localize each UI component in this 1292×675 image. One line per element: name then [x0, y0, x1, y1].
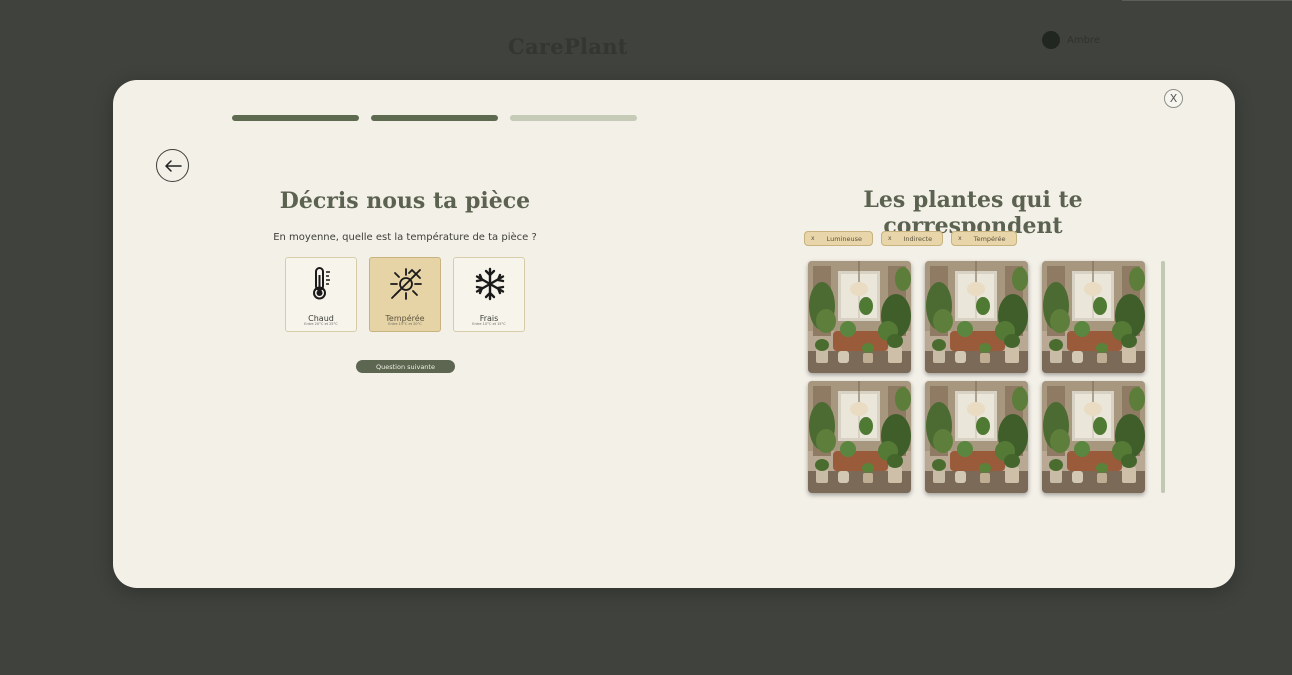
option-sublabel: Entre 15°C et 20°C: [388, 322, 422, 326]
plant-card[interactable]: [1042, 381, 1145, 493]
option-sublabel: Entre 10°C et 15°C: [472, 322, 506, 326]
remove-filter-icon[interactable]: x: [888, 235, 892, 242]
plant-image: [808, 381, 911, 493]
plant-card[interactable]: [808, 261, 911, 373]
plant-image: [1042, 381, 1145, 493]
page-title: Décris nous ta pièce: [279, 188, 531, 214]
plant-card[interactable]: [1042, 261, 1145, 373]
filter-chip-label: Indirecte: [903, 234, 933, 243]
user-name: Ambre: [1067, 34, 1100, 46]
progress-bar: [232, 115, 637, 121]
filter-chip-label: Lumineuse: [826, 234, 862, 243]
option-sublabel: Entre 20°C et 25°C: [304, 322, 338, 326]
back-button[interactable]: [156, 149, 189, 182]
progress-step-2: [371, 115, 498, 121]
plant-image: [925, 381, 1028, 493]
plant-card[interactable]: [808, 381, 911, 493]
background-top-line: [1122, 0, 1292, 1]
scrollbar-thumb[interactable]: [1161, 261, 1165, 493]
filter-chip[interactable]: x Tempérée: [951, 231, 1017, 246]
plant-card[interactable]: [925, 381, 1028, 493]
option-frais[interactable]: Frais Entre 10°C et 15°C: [453, 257, 525, 332]
question-text: En moyenne, quelle est la température de…: [273, 232, 537, 243]
option-temperee[interactable]: Tempérée Entre 15°C et 20°C: [369, 257, 441, 332]
user-menu: Ambre: [1042, 31, 1100, 49]
progress-step-3: [510, 115, 637, 121]
plant-card[interactable]: [925, 261, 1028, 373]
plant-image: [1042, 261, 1145, 373]
temperate-icon: [390, 268, 422, 300]
thermometer-icon: [313, 267, 330, 300]
plant-grid: [808, 261, 1145, 493]
arrow-left-icon: [164, 159, 182, 172]
progress-step-1: [232, 115, 359, 121]
questionnaire-modal: X Décris nous ta pièce En moyenne, quell…: [113, 80, 1235, 588]
next-question-button[interactable]: Question suivante: [356, 360, 455, 373]
filter-chip-label: Tempérée: [973, 234, 1006, 243]
remove-filter-icon[interactable]: x: [958, 235, 962, 242]
option-chaud[interactable]: Chaud Entre 20°C et 25°C: [285, 257, 357, 332]
snowflake-icon: [475, 267, 505, 301]
remove-filter-icon[interactable]: x: [811, 235, 815, 242]
app-logo: CarePlant: [508, 34, 628, 59]
avatar: [1042, 31, 1060, 49]
plant-image: [808, 261, 911, 373]
temperature-options: Chaud Entre 20°C et 25°C Tempérée Entre …: [285, 257, 525, 332]
close-button[interactable]: X: [1164, 89, 1183, 108]
filter-chip[interactable]: x Lumineuse: [804, 231, 873, 246]
filter-chip[interactable]: x Indirecte: [880, 231, 944, 246]
plant-image: [925, 261, 1028, 373]
filter-chips: x Lumineuse x Indirecte x Tempérée: [804, 231, 1017, 246]
scrollbar[interactable]: [1161, 261, 1165, 493]
